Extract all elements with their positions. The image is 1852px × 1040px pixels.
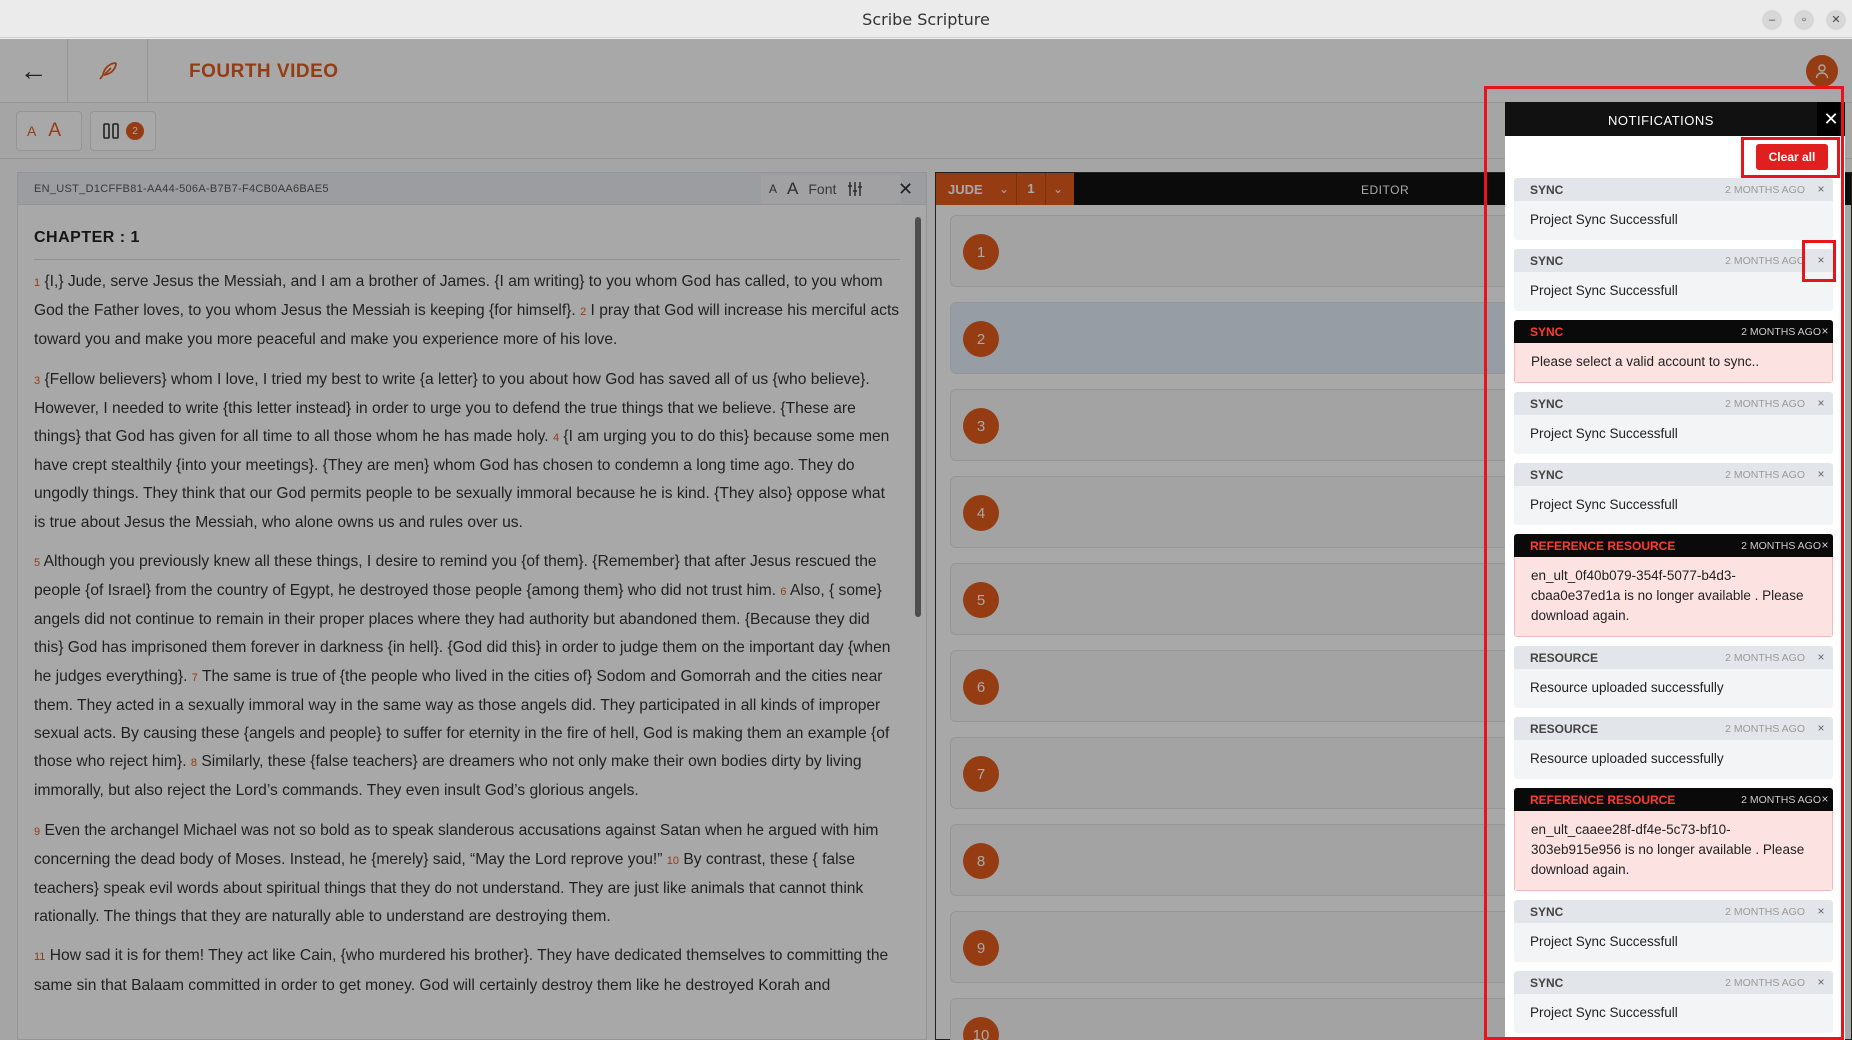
notification-type: RESOURCE: [1530, 651, 1599, 665]
notification-type: REFERENCE RESOURCE: [1530, 793, 1676, 807]
maximize-icon[interactable]: ▫: [1794, 10, 1814, 30]
notification-header: SYNC 2 MONTHS AGO ×: [1514, 249, 1833, 272]
close-notifications-icon[interactable]: ✕: [1817, 102, 1845, 136]
notification-message: Please select a valid account to sync..: [1514, 343, 1833, 383]
notification-message: en_ult_0f40b079-354f-5077-b4d3-cbaa0e37e…: [1514, 557, 1833, 637]
notification-type: SYNC: [1530, 254, 1564, 268]
dismiss-notification-icon[interactable]: ×: [1817, 538, 1833, 552]
clear-all-button[interactable]: Clear all: [1756, 144, 1828, 170]
notification-message: Project Sync Successfull: [1514, 486, 1833, 525]
notification-header: SYNC 2 MONTHS AGO ×: [1514, 463, 1833, 486]
notification-message: Project Sync Successfull: [1514, 415, 1833, 454]
notification-message: Resource uploaded successfully: [1514, 740, 1833, 779]
notification-header: SYNC 2 MONTHS AGO ×: [1514, 392, 1833, 415]
notification-header: RESOURCE 2 MONTHS AGO ×: [1514, 646, 1833, 669]
dismiss-notification-icon[interactable]: ×: [1813, 396, 1829, 410]
notification-header: SYNC 2 MONTHS AGO ×: [1514, 971, 1833, 994]
close-window-icon[interactable]: ✕: [1826, 10, 1846, 30]
dismiss-notification-icon[interactable]: ×: [1817, 324, 1833, 338]
notification-card: SYNC 2 MONTHS AGO × Please select a valid a…: [1514, 320, 1833, 383]
dismiss-notification-icon[interactable]: ×: [1813, 904, 1829, 918]
notification-card: SYNC 2 MONTHS AGO × Project Sync Successful…: [1514, 392, 1833, 454]
dismiss-notification-icon[interactable]: ×: [1813, 721, 1829, 735]
minimize-icon[interactable]: –: [1762, 10, 1782, 30]
notification-card: REFERENCE RESOURCE 2 MONTHS AGO × en_ult_0f…: [1514, 534, 1833, 637]
notification-message: en_ult_caaee28f-df4e-5c73-bf10-303eb915e…: [1514, 811, 1833, 891]
notification-card: SYNC 2 MONTHS AGO × Project Sync Successful…: [1514, 971, 1833, 1033]
notification-message: Project Sync Successfull: [1514, 994, 1833, 1033]
notification-type: REFERENCE RESOURCE: [1530, 539, 1676, 553]
notification-card: RESOURCE 2 MONTHS AGO × Resource uploaded s…: [1514, 717, 1833, 779]
notification-type: RESOURCE: [1530, 722, 1599, 736]
notification-card: REFERENCE RESOURCE 2 MONTHS AGO × en_ult_ca…: [1514, 788, 1833, 891]
dismiss-notification-icon[interactable]: ×: [1813, 650, 1829, 664]
notifications-panel: NOTIFICATIONS ✕ Clear all SYNC 2 MONTHS A…: [1505, 102, 1845, 1040]
notification-message: Resource uploaded successfully: [1514, 669, 1833, 708]
notification-message: Project Sync Successfull: [1514, 201, 1833, 240]
notifications-title: NOTIFICATIONS: [1608, 113, 1714, 128]
dismiss-notification-icon[interactable]: ×: [1813, 182, 1829, 196]
notification-card: SYNC 2 MONTHS AGO × Project Sync Successful…: [1514, 900, 1833, 962]
notification-header: RESOURCE 2 MONTHS AGO ×: [1514, 717, 1833, 740]
notification-time: 2 MONTHS AGO: [1725, 255, 1805, 267]
window-title: Scribe Scripture: [862, 10, 990, 29]
notification-time: 2 MONTHS AGO: [1725, 398, 1805, 410]
notification-time: 2 MONTHS AGO: [1725, 184, 1805, 196]
notification-header: SYNC 2 MONTHS AGO ×: [1514, 178, 1833, 201]
notifications-header: NOTIFICATIONS ✕: [1505, 102, 1845, 136]
notification-type: SYNC: [1530, 397, 1564, 411]
notification-card: SYNC 2 MONTHS AGO × Project Sync Successful…: [1514, 178, 1833, 240]
notification-type: SYNC: [1530, 468, 1564, 482]
notifications-list: SYNC 2 MONTHS AGO × Project Sync Successful…: [1505, 178, 1845, 1040]
notification-header: REFERENCE RESOURCE 2 MONTHS AGO ×: [1514, 788, 1833, 811]
notification-time: 2 MONTHS AGO: [1725, 469, 1805, 481]
dismiss-notification-icon[interactable]: ×: [1813, 975, 1829, 989]
notification-time: 2 MONTHS AGO: [1741, 794, 1821, 806]
dismiss-notification-icon[interactable]: ×: [1813, 253, 1829, 267]
window-titlebar: Scribe Scripture – ▫ ✕: [0, 0, 1852, 38]
dismiss-notification-icon[interactable]: ×: [1817, 792, 1833, 806]
notification-message: Project Sync Successfull: [1514, 272, 1833, 311]
clear-all-row: Clear all: [1505, 136, 1845, 178]
notification-type: SYNC: [1530, 183, 1564, 197]
notification-message: Project Sync Successfull: [1514, 923, 1833, 962]
notification-time: 2 MONTHS AGO: [1725, 723, 1805, 735]
notification-time: 2 MONTHS AGO: [1741, 540, 1821, 552]
notification-header: SYNC 2 MONTHS AGO ×: [1514, 900, 1833, 923]
notification-time: 2 MONTHS AGO: [1725, 652, 1805, 664]
notification-type: SYNC: [1530, 905, 1564, 919]
dismiss-notification-icon[interactable]: ×: [1813, 467, 1829, 481]
notification-type: SYNC: [1530, 976, 1564, 990]
notification-time: 2 MONTHS AGO: [1725, 906, 1805, 918]
notification-time: 2 MONTHS AGO: [1741, 326, 1821, 338]
notification-time: 2 MONTHS AGO: [1725, 977, 1805, 989]
notification-card: RESOURCE 2 MONTHS AGO × Resource uploaded s…: [1514, 646, 1833, 708]
notification-type: SYNC: [1530, 325, 1564, 339]
notification-card: SYNC 2 MONTHS AGO × Project Sync Successful…: [1514, 249, 1833, 311]
notification-card: SYNC 2 MONTHS AGO × Project Sync Successful…: [1514, 463, 1833, 525]
notification-header: REFERENCE RESOURCE 2 MONTHS AGO ×: [1514, 534, 1833, 557]
notification-header: SYNC 2 MONTHS AGO ×: [1514, 320, 1833, 343]
